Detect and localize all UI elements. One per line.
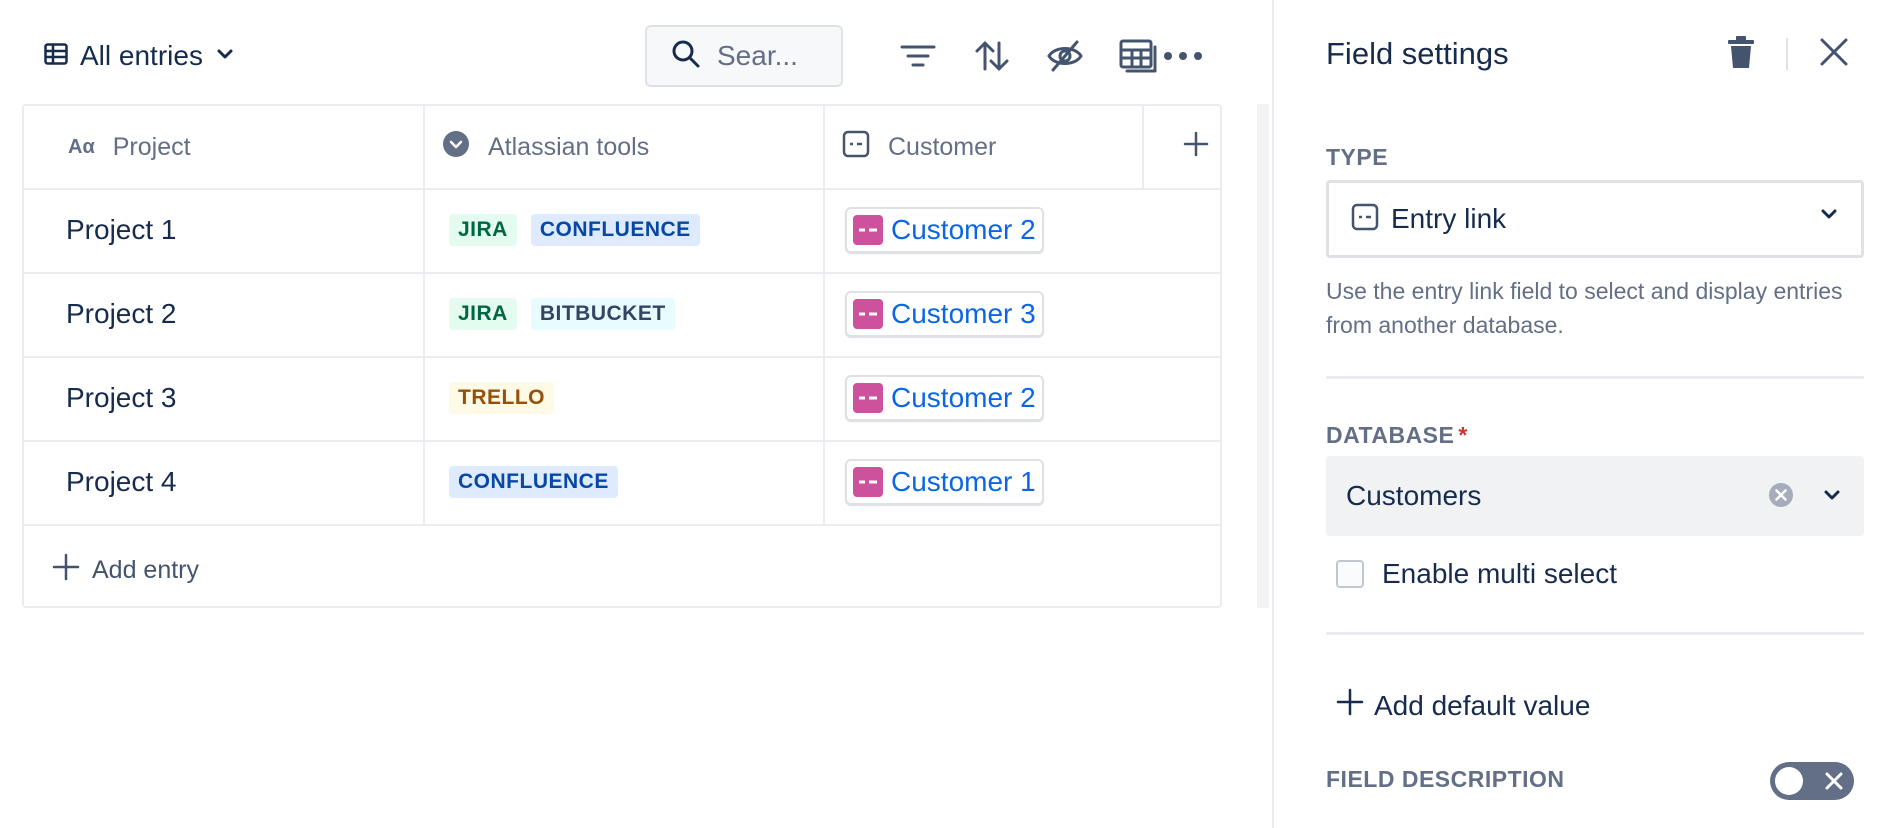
entry-icon <box>853 299 883 329</box>
header-separator <box>1786 38 1788 70</box>
customer-entry-link[interactable]: Customer 1 <box>845 459 1044 505</box>
section-divider <box>1326 376 1864 379</box>
chevron-down-icon <box>1819 207 1839 226</box>
type-help-text: Use the entry link field to select and d… <box>1326 278 1843 338</box>
search-input[interactable] <box>717 40 827 72</box>
column-header-atlassian-tools[interactable]: Atlassian tools <box>442 106 649 188</box>
toolbar: All entries <box>0 0 1272 106</box>
close-panel-button[interactable] <box>1814 34 1854 74</box>
add-default-value-button[interactable]: Add default value <box>1336 688 1590 723</box>
search-field[interactable] <box>645 25 843 87</box>
project-name-cell[interactable]: Project 3 <box>66 382 177 414</box>
filter-icon[interactable] <box>899 37 937 75</box>
checkbox-box[interactable] <box>1336 560 1364 588</box>
row-divider <box>24 188 1220 190</box>
plus-icon <box>52 553 80 588</box>
type-select-value: Entry link <box>1391 203 1507 234</box>
clear-selection-icon[interactable] <box>1768 482 1794 513</box>
panel-title: Field settings <box>1326 36 1509 71</box>
entry-link-label: Customer 2 <box>891 214 1036 245</box>
required-marker: * <box>1458 422 1468 448</box>
hide-fields-icon[interactable] <box>1046 37 1084 75</box>
type-select[interactable]: Entry link <box>1326 180 1864 258</box>
entry-icon <box>853 383 883 413</box>
column-divider <box>1142 106 1144 188</box>
database-select-value: Customers <box>1346 480 1482 511</box>
customer-entry-link[interactable]: Customer 2 <box>845 207 1044 253</box>
more-options-icon[interactable] <box>1160 37 1206 75</box>
text-type-icon: Aα <box>68 135 95 158</box>
chevron-down-icon <box>215 47 235 66</box>
chevron-down-icon <box>1822 482 1842 507</box>
customer-entry-link[interactable]: Customer 2 <box>845 375 1044 421</box>
add-entry-button[interactable]: Add entry <box>52 534 199 606</box>
delete-field-button[interactable] <box>1721 34 1761 74</box>
database-select[interactable]: Customers <box>1326 456 1864 536</box>
toggle-knob <box>1775 767 1803 795</box>
table-settings-icon[interactable] <box>1119 37 1157 75</box>
tool-lozenge: TRELLO <box>449 382 554 414</box>
database-label-text: DATABASE <box>1326 422 1455 448</box>
field-description-label: FIELD DESCRIPTION <box>1326 766 1565 792</box>
search-icon <box>671 39 701 74</box>
add-column-button[interactable] <box>1172 106 1220 188</box>
entry-link-icon <box>1351 203 1379 236</box>
row-divider <box>24 440 1220 442</box>
column-divider <box>823 106 825 524</box>
entry-link-icon <box>842 130 870 165</box>
add-default-label: Add default value <box>1374 689 1591 721</box>
enable-multi-select-checkbox[interactable]: Enable multi select <box>1336 558 1617 590</box>
column-header-label: Project <box>112 132 191 161</box>
close-icon <box>1824 771 1844 796</box>
entry-link-label: Customer 3 <box>891 298 1036 329</box>
column-header-label: Atlassian tools <box>488 132 650 161</box>
project-name-cell[interactable]: Project 4 <box>66 466 177 498</box>
multi-select-label: Enable multi select <box>1382 558 1618 589</box>
table-view-icon <box>44 42 68 70</box>
atlassian-tools-cell[interactable]: CONFLUENCE <box>449 466 632 498</box>
sort-icon[interactable] <box>973 37 1011 75</box>
tool-lozenge: JIRA <box>449 298 517 330</box>
plus-icon <box>1336 688 1364 723</box>
row-divider <box>24 524 1220 526</box>
column-divider <box>423 106 425 524</box>
column-header-project[interactable]: Aα Project <box>68 106 191 188</box>
field-description-toggle[interactable] <box>1770 762 1854 800</box>
customer-entry-link[interactable]: Customer 3 <box>845 291 1044 337</box>
database-view: All entries Sear... Aα Project Atlassian… <box>0 0 1272 828</box>
field-settings-panel: Field settings TYPE Entry link Use the e… <box>1272 0 1882 828</box>
project-name-cell[interactable]: Project 2 <box>66 298 177 330</box>
row-divider <box>24 356 1220 358</box>
atlassian-tools-cell[interactable]: JIRA CONFLUENCE <box>449 214 714 246</box>
tool-lozenge: BITBUCKET <box>530 298 675 330</box>
view-selector[interactable]: All entries <box>44 36 235 76</box>
plus-icon <box>1183 131 1209 164</box>
entry-link-label: Customer 1 <box>891 466 1036 497</box>
entry-icon <box>853 215 883 245</box>
tool-lozenge: CONFLUENCE <box>449 466 618 498</box>
trash-icon <box>1725 35 1757 74</box>
project-name-cell[interactable]: Project 1 <box>66 214 177 246</box>
column-header-label: Customer <box>888 132 997 161</box>
view-selector-label: All entries <box>80 40 203 71</box>
close-icon <box>1819 37 1849 72</box>
atlassian-tools-cell[interactable]: JIRA BITBUCKET <box>449 298 689 330</box>
tool-lozenge: CONFLUENCE <box>530 214 700 246</box>
type-label: TYPE <box>1326 144 1389 170</box>
entries-table: Aα Project Atlassian tools Customer Proj… <box>22 104 1222 608</box>
select-type-icon <box>442 130 470 165</box>
column-header-customer[interactable]: Customer <box>842 106 996 188</box>
add-entry-label: Add entry <box>92 555 200 584</box>
section-divider <box>1326 632 1864 635</box>
atlassian-tools-cell[interactable]: TRELLO <box>449 382 568 414</box>
database-label: DATABASE * <box>1326 422 1468 449</box>
row-divider <box>24 272 1220 274</box>
vertical-scrollbar[interactable] <box>1257 104 1269 608</box>
entry-icon <box>853 467 883 497</box>
entry-link-label: Customer 2 <box>891 382 1036 413</box>
tool-lozenge: JIRA <box>449 214 517 246</box>
